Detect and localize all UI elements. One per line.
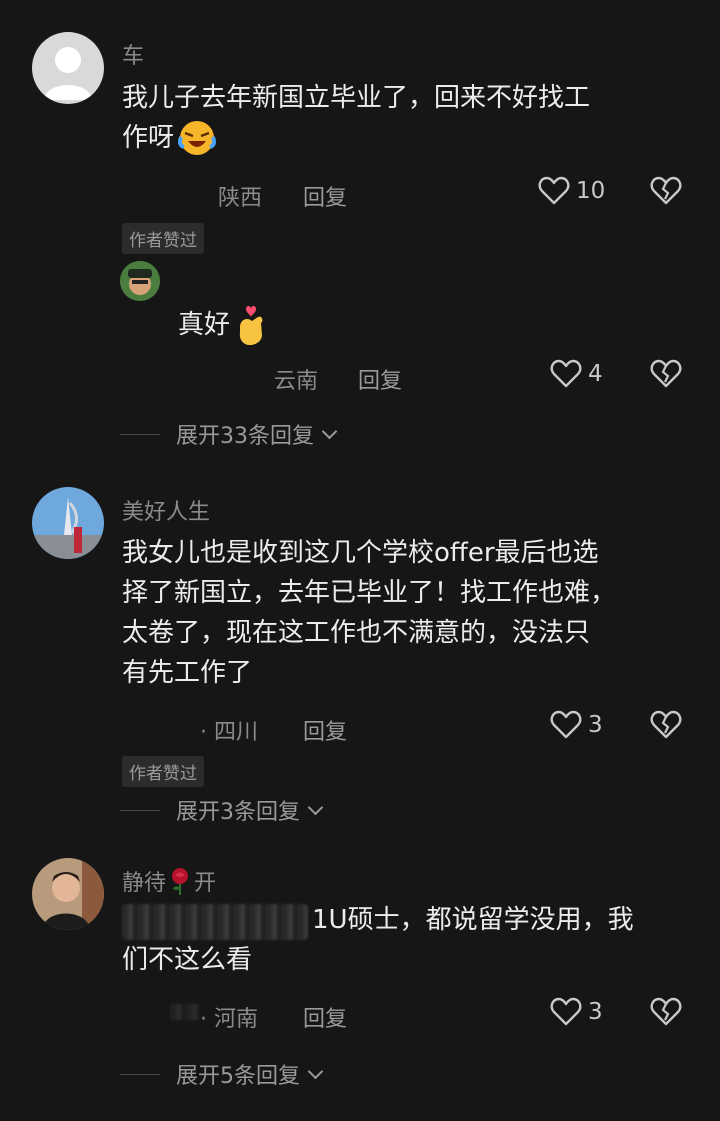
user-photo-icon [120,261,160,301]
like-button[interactable]: 3 [550,710,603,740]
author-liked-badge: 作者赞过 [122,223,204,254]
expand-replies-button[interactable]: 展开5条回复 [120,1058,324,1090]
avatar[interactable] [120,261,160,301]
reply-text[interactable]: 真好 [178,305,268,345]
comment-text-line: 作呀 [122,123,175,153]
broken-heart-icon [650,359,682,388]
like-count: 3 [588,712,603,738]
heart-outline-icon [550,997,582,1026]
rose-emoji [172,868,189,895]
expand-replies-button[interactable]: 展开3条回复 [120,794,324,826]
username[interactable]: 静待 开 [122,865,216,897]
divider [120,1073,160,1075]
reply-button[interactable]: 回复 [358,363,402,395]
finger-heart-emoji [239,306,263,345]
divider [120,433,160,435]
heart-outline-icon [538,176,570,205]
chevron-down-icon [307,799,324,815]
comment-text-line: 我儿子去年新国立毕业了，回来不好找工 [122,83,591,113]
comment-text[interactable]: 1U硕士，都说留学没用，我 们不这么看 [122,900,692,980]
divider [120,809,160,811]
username[interactable]: 美好人生 [122,494,210,526]
heart-outline-icon [550,710,582,739]
comment-text[interactable]: 我儿子去年新国立毕业了，回来不好找工 作呀 [122,78,682,158]
comment-text-line: 1U硕士，都说留学没用，我 [312,905,634,935]
like-count: 3 [588,999,603,1025]
broken-heart-icon [650,710,682,739]
like-count: 4 [588,361,603,387]
comment-text-line: 我女儿也是收到这几个学校offer最后也选 [122,538,599,568]
username-part: 静待 [122,871,167,896]
crying-laughing-emoji [178,121,216,155]
dislike-button[interactable] [650,997,682,1027]
dislike-button[interactable] [650,359,682,389]
comment-text-line: 们不这么看 [122,945,253,975]
expand-replies-label: 展开5条回复 [176,1064,300,1089]
location: 陕西 [218,186,263,211]
reply-button[interactable]: 回复 [303,714,347,746]
default-user-icon [44,47,92,100]
expand-replies-button[interactable]: 展开33条回复 [120,418,338,450]
user-photo-icon [32,858,104,930]
location: 云南 [274,369,319,394]
reply-button[interactable]: 回复 [303,180,347,212]
like-button[interactable]: 10 [538,176,605,206]
username-part: 开 [194,871,217,896]
comment-text-line: 太卷了，现在这工作也不满意的，没法只 [122,618,591,648]
heart-outline-icon [550,359,582,388]
comment-text[interactable]: 我女儿也是收到这几个学校offer最后也选 择了新国立，去年已毕业了！找工作也难… [122,533,692,693]
username[interactable]: 车 [122,38,144,70]
dislike-button[interactable] [650,710,682,740]
avatar[interactable] [32,858,104,930]
broken-heart-icon [650,176,682,205]
avatar[interactable] [32,487,104,559]
redacted-text-blur [170,1004,200,1020]
comment-text-line: 择了新国立，去年已毕业了！找工作也难， [122,578,617,608]
author-liked-badge: 作者赞过 [122,756,204,787]
reply-button[interactable]: 回复 [303,1001,347,1033]
expand-replies-label: 展开33条回复 [176,424,314,449]
like-button[interactable]: 3 [550,997,603,1027]
comment-text-line: 有先工作了 [122,658,253,688]
location: · 四川 [200,720,258,745]
chevron-down-icon [321,423,338,439]
chevron-down-icon [307,1063,324,1079]
location: · 河南 [200,1007,258,1032]
user-photo-icon [32,487,104,559]
like-count: 10 [576,178,606,204]
broken-heart-icon [650,997,682,1026]
expand-replies-label: 展开3条回复 [176,800,300,825]
reply-text-content: 真好 [178,310,231,340]
avatar[interactable] [32,32,104,104]
like-button[interactable]: 4 [550,359,603,389]
dislike-button[interactable] [650,176,682,206]
